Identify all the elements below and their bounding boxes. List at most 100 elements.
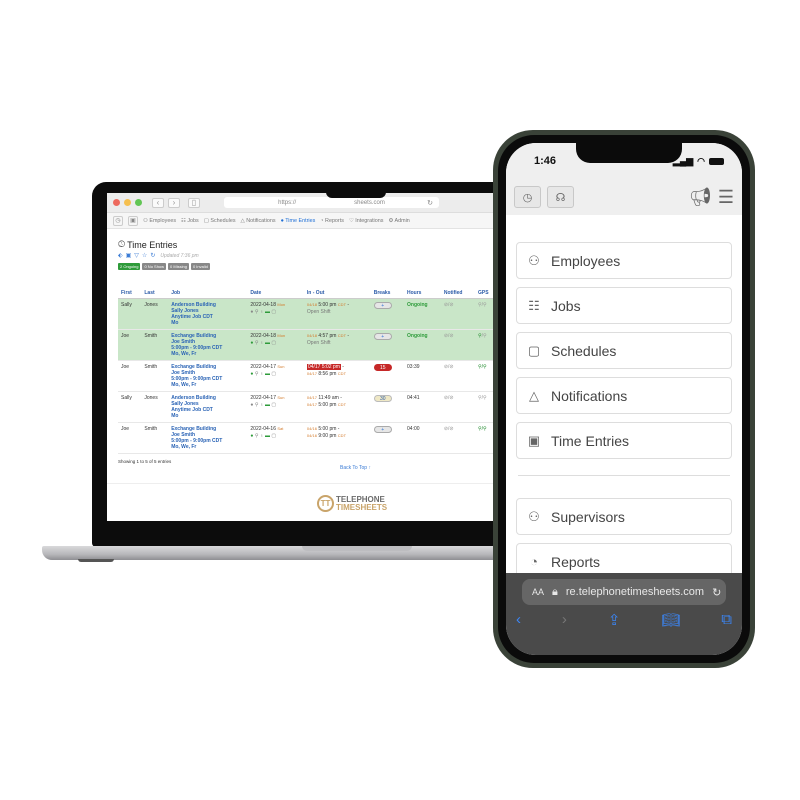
cell-hours: 03:39 <box>404 360 441 392</box>
cell-job[interactable]: Anderson Building Sally Jones Anytime Job … <box>168 298 248 330</box>
badge-no-show[interactable]: 0 No Show <box>142 263 167 270</box>
nav-notifications[interactable]: △ Notifications <box>241 218 276 224</box>
reload-icon[interactable]: ↻ <box>427 199 433 207</box>
calendar-icon[interactable]: ▣ <box>126 252 132 259</box>
sidebar-toggle-icon[interactable]: ▯ <box>188 197 200 208</box>
table-row[interactable]: Joe Smith Exchange Building Joe Smith 5:00… <box>118 329 498 361</box>
nav-time-entries[interactable]: ● Time Entries <box>281 218 316 224</box>
cell-hours: 04:41 <box>404 391 441 423</box>
col-job[interactable]: Job <box>168 288 248 299</box>
col-breaks[interactable]: Breaks <box>370 288 405 299</box>
share-icon[interactable]: ⇪ <box>608 611 621 629</box>
entry-icons: ● ⚲ ♁ ▬ ▢ <box>250 340 277 346</box>
bookmarks-icon[interactable]: 📖︎ <box>661 611 680 629</box>
add-break-button[interactable]: + <box>373 302 392 309</box>
bell-icon: △ <box>529 387 539 403</box>
hamburger-menu-icon[interactable]: ☰ <box>718 187 734 208</box>
star-icon[interactable]: ☆ <box>142 252 147 259</box>
nav-admin[interactable]: ⚙ Admin <box>388 218 409 224</box>
logo-mark-icon: TT <box>317 495 334 512</box>
kiosk-icon[interactable]: ☊ <box>547 186 574 208</box>
refresh-icon[interactable]: ↻ <box>150 252 155 259</box>
cell-last: Jones <box>141 391 169 423</box>
col-last[interactable]: Last <box>141 288 169 299</box>
menu-item-notifications[interactable]: △ Notifications <box>516 377 732 414</box>
cell-breaks: + <box>370 298 405 330</box>
back-to-top-link[interactable]: Back To Top ↑ <box>340 465 371 471</box>
nav-integrations[interactable]: ♡ Integrations <box>349 218 384 224</box>
menu-item-schedules[interactable]: ▢ Schedules <box>516 332 732 369</box>
cell-in-out: 04/16 5:00 pm -04/16 9:00 pm CDT <box>303 422 371 454</box>
cell-job[interactable]: Exchange Building Joe Smith 5:00pm - 9:00p… <box>168 422 248 454</box>
cell-first: Joe <box>118 422 142 454</box>
add-break-button[interactable]: + <box>373 426 392 433</box>
menu-item-employees[interactable]: ⚇ Employees <box>516 242 732 279</box>
address-bar[interactable]: https:// sheets.com ↻ <box>224 197 439 208</box>
table-row[interactable]: Joe Smith Exchange Building Joe Smith 5:00… <box>118 360 498 392</box>
menu-divider <box>518 475 730 476</box>
forward-button[interactable]: › <box>168 197 180 208</box>
cell-date: 2022-04-16 Sat ● ⚲ ♁ ▬ ▢ <box>247 422 304 454</box>
col-date[interactable]: Date <box>247 288 304 299</box>
cell-job[interactable]: Anderson Building Sally Jones Anytime Job … <box>168 391 248 423</box>
cell-job[interactable]: Exchange Building Joe Smith 5:00pm - 9:00p… <box>168 329 248 361</box>
safari-address-bar[interactable]: AA 🔒︎ re.telephonetimesheets.com ↻ <box>522 579 726 605</box>
safari-bottom-bar: AA 🔒︎ re.telephonetimesheets.com ↻ ‹ › ⇪… <box>506 573 742 655</box>
table-row[interactable]: Joe Smith Exchange Building Joe Smith 5:00… <box>118 422 498 454</box>
maximize-window-button[interactable] <box>135 199 142 206</box>
menu-item-time-entries[interactable]: ▣ Time Entries <box>516 422 732 459</box>
nav-jobs[interactable]: ☷ Jobs <box>181 218 199 224</box>
forward-icon[interactable]: › <box>562 611 567 629</box>
nav-schedules[interactable]: ▢ Schedules <box>204 218 236 224</box>
badge-ongoing[interactable]: 2 Ongoing <box>118 263 141 270</box>
reload-icon[interactable]: ↻ <box>712 586 721 599</box>
cell-date: 2022-04-18 Mon ● ⚲ ♁ ▬ ▢ <box>247 298 304 330</box>
cell-hours: Ongoing <box>404 298 441 330</box>
laptop-foot <box>78 559 114 562</box>
cell-job[interactable]: Exchange Building Joe Smith 5:00pm - 9:00p… <box>168 360 248 392</box>
cell-first: Sally <box>118 298 142 330</box>
close-window-button[interactable] <box>113 199 120 206</box>
jobs-icon: ☷ <box>528 297 540 313</box>
status-badges: 2 Ongoing 0 No Show 0 Missing 0 Invalid <box>118 263 507 270</box>
break-button[interactable]: 15 <box>373 364 392 371</box>
minimize-window-button[interactable] <box>124 199 131 206</box>
cell-breaks: 15 <box>370 360 405 392</box>
badge-missing[interactable]: 0 Missing <box>168 263 189 270</box>
notified-icon: ⊘/⊘ <box>440 422 475 454</box>
dashboard-icon[interactable]: ◷ <box>113 215 123 226</box>
tag-icon[interactable]: ⬖ <box>118 252 123 259</box>
cell-date: 2022-04-18 Mon ● ⚲ ♁ ▬ ▢ <box>247 329 304 361</box>
laptop-camera-notch <box>326 182 386 198</box>
menu-item-supervisors[interactable]: ⚇ Supervisors <box>516 498 732 535</box>
megaphone-icon[interactable]: 📢︎ <box>689 187 712 208</box>
clock-icon: 🕓︎ <box>118 239 126 249</box>
phone-app-header: ◷ ☊ 📢︎ ☰ <box>506 179 742 215</box>
entry-icons: ● ⚲ ♁ ▬ ▢ <box>250 402 277 408</box>
table-row[interactable]: Sally Jones Anderson Building Sally Jones… <box>118 391 498 423</box>
col-first[interactable]: First <box>118 288 142 299</box>
text-size-button[interactable]: AA <box>532 587 544 597</box>
back-icon[interactable]: ‹ <box>516 611 521 629</box>
url-text: https:// <box>278 199 297 206</box>
badge-invalid[interactable]: 0 Invalid <box>190 263 210 270</box>
col-in-out[interactable]: In - Out <box>303 288 371 299</box>
kiosk-icon[interactable]: ▣ <box>128 215 138 226</box>
dashboard-icon[interactable]: ◷ <box>514 186 541 208</box>
notified-icon: ⊘/⊘ <box>440 329 475 361</box>
col-notified[interactable]: Notified <box>440 288 475 299</box>
updated-timestamp: Updated 7:36 pm <box>160 252 199 259</box>
cell-breaks: + <box>370 422 405 454</box>
toolbar-icons: ⬖ ▣ ▽ ☆ ↻ Updated 7:36 pm <box>118 252 507 260</box>
col-hours[interactable]: Hours <box>404 288 441 299</box>
entry-icons: ● ⚲ ♁ ▬ ▢ <box>250 309 277 315</box>
back-button[interactable]: ‹ <box>152 197 164 208</box>
table-row[interactable]: Sally Jones Anderson Building Sally Jones… <box>118 298 498 330</box>
menu-item-jobs[interactable]: ☷ Jobs <box>516 287 732 324</box>
nav-employees[interactable]: ⚇ Employees <box>143 218 176 224</box>
break-button[interactable]: 30 <box>373 395 392 402</box>
tabs-icon[interactable]: ⧉ <box>721 611 732 629</box>
add-break-button[interactable]: + <box>373 333 392 340</box>
filter-icon[interactable]: ▽ <box>134 252 139 259</box>
nav-reports[interactable]: ◔ Reports <box>320 218 344 224</box>
